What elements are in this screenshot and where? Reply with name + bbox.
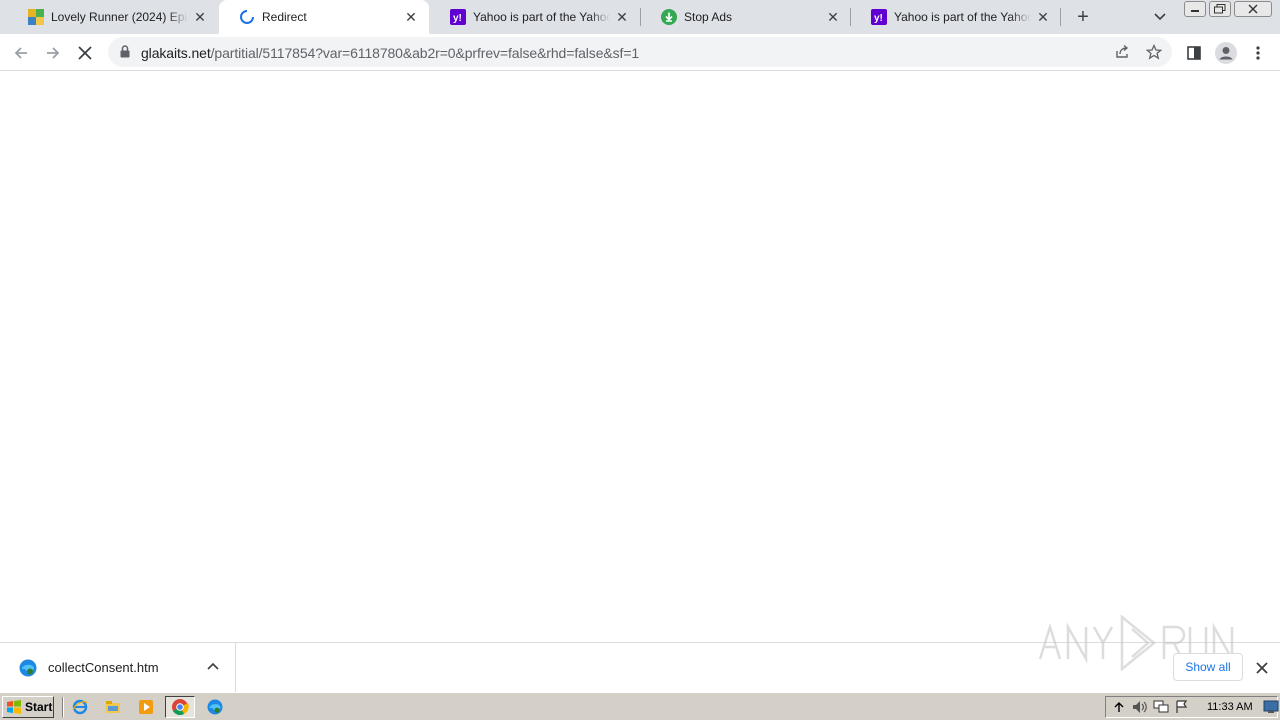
side-panel-icon bbox=[1187, 46, 1201, 60]
url-text: glakaits.net/partitial/5117854?var=61187… bbox=[141, 45, 639, 61]
tab-title: Lovely Runner (2024) Episode 1 bbox=[51, 10, 188, 24]
taskbar-divider bbox=[62, 697, 64, 717]
share-icon[interactable] bbox=[1112, 42, 1132, 62]
tab-redirect[interactable]: Redirect ✕ bbox=[219, 0, 429, 34]
chrome-taskbar-button[interactable] bbox=[165, 696, 195, 718]
chrome-icon bbox=[172, 699, 189, 715]
file-explorer-icon[interactable] bbox=[104, 698, 122, 716]
download-green-icon bbox=[661, 9, 677, 25]
stop-x-icon bbox=[78, 46, 92, 60]
lock-icon bbox=[120, 45, 130, 61]
windows-taskbar: Start 11:33 AM bbox=[0, 692, 1280, 720]
start-button[interactable]: Start bbox=[2, 696, 54, 718]
profile-button[interactable] bbox=[1213, 40, 1239, 66]
system-tray: 11:33 AM bbox=[1105, 696, 1279, 718]
browser-toolbar: glakaits.net/partitial/5117854?var=61187… bbox=[0, 34, 1280, 71]
tab-title: Stop Ads bbox=[684, 10, 733, 24]
new-tab-button[interactable]: + bbox=[1072, 6, 1094, 28]
edge-icon[interactable] bbox=[206, 698, 224, 716]
download-item[interactable]: collectConsent.htm bbox=[0, 643, 236, 693]
close-icon bbox=[1256, 662, 1268, 674]
show-desktop-icon[interactable] bbox=[1263, 699, 1279, 715]
tab-title: Yahoo is part of the Yahoo family bbox=[894, 10, 1031, 24]
stop-loading-button[interactable] bbox=[72, 40, 98, 66]
yahoo-icon: y! bbox=[871, 9, 887, 25]
download-bar: collectConsent.htm Show all bbox=[0, 614, 1280, 693]
arrow-left-icon bbox=[14, 47, 27, 59]
tab-search-button[interactable] bbox=[1150, 8, 1170, 26]
back-button[interactable] bbox=[8, 40, 34, 66]
svg-text:y!: y! bbox=[874, 13, 883, 24]
tab-title: Redirect bbox=[262, 10, 307, 24]
bookmark-star-icon[interactable] bbox=[1144, 42, 1164, 62]
restore-button[interactable] bbox=[1209, 1, 1231, 17]
tab-stop-ads[interactable]: Stop Ads ✕ bbox=[641, 0, 851, 34]
tray-expand-arrow-icon[interactable] bbox=[1111, 699, 1127, 715]
svg-text:y!: y! bbox=[453, 13, 462, 24]
network-icon[interactable] bbox=[1153, 699, 1169, 715]
close-icon[interactable]: ✕ bbox=[192, 9, 208, 25]
window-close-button[interactable] bbox=[1234, 1, 1272, 17]
edge-file-icon bbox=[19, 659, 37, 677]
drama-site-icon bbox=[28, 9, 44, 25]
tab-lovely-runner[interactable]: Lovely Runner (2024) Episode 1 ✕ bbox=[8, 0, 218, 34]
loading-spinner-icon bbox=[239, 9, 255, 25]
minimize-icon bbox=[1191, 10, 1199, 12]
chevron-up-icon[interactable] bbox=[205, 659, 221, 675]
close-icon[interactable]: ✕ bbox=[403, 9, 419, 25]
kebab-menu-icon bbox=[1256, 46, 1260, 60]
close-icon[interactable]: ✕ bbox=[825, 9, 841, 25]
restore-icon bbox=[1214, 4, 1226, 14]
tab-strip: Lovely Runner (2024) Episode 1 ✕ Redirec… bbox=[0, 0, 1280, 34]
url-path: /partitial/5117854?var=6118780&ab2r=0&pr… bbox=[210, 45, 640, 61]
media-player-icon[interactable] bbox=[137, 698, 155, 716]
volume-icon[interactable] bbox=[1132, 699, 1148, 715]
taskbar-clock[interactable]: 11:33 AM bbox=[1207, 701, 1253, 713]
url-host: glakaits.net bbox=[141, 45, 211, 61]
tab-title: Yahoo is part of the Yahoo family bbox=[473, 10, 610, 24]
page-content-blank bbox=[0, 72, 1280, 642]
yahoo-icon: y! bbox=[450, 9, 466, 25]
download-filename: collectConsent.htm bbox=[48, 660, 159, 675]
forward-button[interactable] bbox=[40, 40, 66, 66]
avatar-icon bbox=[1215, 42, 1237, 64]
internet-explorer-icon[interactable] bbox=[71, 698, 89, 716]
show-all-button[interactable]: Show all bbox=[1173, 653, 1243, 681]
browser-menu-button[interactable] bbox=[1245, 40, 1271, 66]
chevron-down-icon bbox=[1154, 13, 1166, 21]
side-panel-button[interactable] bbox=[1181, 40, 1207, 66]
start-label: Start bbox=[25, 700, 53, 714]
close-icon[interactable]: ✕ bbox=[1035, 9, 1051, 25]
action-center-flag-icon[interactable] bbox=[1174, 699, 1190, 715]
tab-yahoo-1[interactable]: y! Yahoo is part of the Yahoo family ✕ bbox=[430, 0, 640, 34]
close-icon bbox=[1248, 4, 1258, 14]
tab-yahoo-2[interactable]: y! Yahoo is part of the Yahoo family ✕ bbox=[851, 0, 1061, 34]
address-bar[interactable]: glakaits.net/partitial/5117854?var=61187… bbox=[108, 37, 1172, 67]
windows-logo-icon bbox=[7, 700, 21, 714]
arrow-right-icon bbox=[47, 47, 60, 59]
minimize-button[interactable] bbox=[1184, 1, 1206, 17]
download-bar-close-button[interactable] bbox=[1253, 659, 1271, 677]
tab-separator bbox=[1060, 8, 1061, 26]
close-icon[interactable]: ✕ bbox=[614, 9, 630, 25]
